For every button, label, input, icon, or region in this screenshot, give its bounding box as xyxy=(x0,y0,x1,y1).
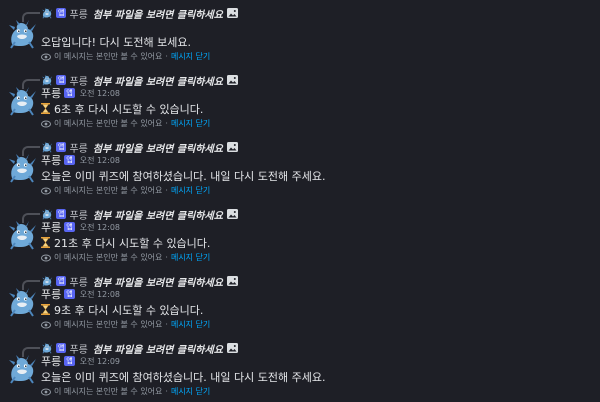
reply-avatar-icon xyxy=(41,7,53,19)
username[interactable]: 푸릉 xyxy=(41,286,61,302)
image-attachment-icon xyxy=(226,209,238,219)
reply-reference[interactable]: 앱 푸릉 첨부 파일을 보려면 클릭하세요 xyxy=(41,274,238,289)
reply-reference[interactable]: 앱 푸릉 첨부 파일을 보려면 클릭하세요 xyxy=(41,207,238,222)
message: 앱 푸릉 첨부 파일을 보려면 클릭하세요 오답입니다! 다시 도전해 보세요.… xyxy=(0,0,600,67)
app-badge: 앱 xyxy=(64,155,75,165)
separator: · xyxy=(165,387,168,396)
hourglass-icon xyxy=(41,304,50,315)
timestamp[interactable]: 오전 12:08 xyxy=(80,155,120,166)
eye-icon xyxy=(41,187,51,194)
message-header: 푸릉 앱 오전 12:08 xyxy=(41,220,120,234)
reply-app-badge: 앱 xyxy=(56,343,67,353)
message-content: 오늘은 이미 퀴즈에 참여하셨습니다. 내일 다시 도전해 주세요. xyxy=(41,369,325,385)
dismiss-message-link[interactable]: 메시지 닫기 xyxy=(171,319,210,330)
avatar[interactable] xyxy=(6,353,38,385)
ephemeral-note: 이 메시지는 본인만 볼 수 있어요 xyxy=(54,320,163,329)
ephemeral-footer: 이 메시지는 본인만 볼 수 있어요 · 메시지 닫기 xyxy=(41,319,210,330)
reply-app-badge: 앱 xyxy=(56,276,67,286)
timestamp[interactable]: 오전 12:08 xyxy=(80,289,120,300)
avatar[interactable] xyxy=(6,152,38,184)
eye-icon xyxy=(41,321,51,328)
image-attachment-icon xyxy=(226,276,238,286)
eye-icon xyxy=(41,254,51,261)
image-attachment-icon xyxy=(226,142,238,152)
timestamp[interactable]: 오전 12:08 xyxy=(80,88,120,99)
message-content: 오답입니다! 다시 도전해 보세요. xyxy=(41,34,191,50)
image-attachment-icon xyxy=(226,343,238,353)
app-badge: 앱 xyxy=(64,88,75,98)
username[interactable]: 푸릉 xyxy=(41,152,61,168)
username[interactable]: 푸릉 xyxy=(41,85,61,101)
dismiss-message-link[interactable]: 메시지 닫기 xyxy=(171,118,210,129)
message-content: 6초 후 다시 시도할 수 있습니다. xyxy=(41,101,203,117)
separator: · xyxy=(165,186,168,195)
avatar[interactable] xyxy=(6,18,38,50)
message: 앱 푸릉 첨부 파일을 보려면 클릭하세요 푸릉 앱 오전 12:08 오늘은 … xyxy=(0,134,600,201)
hourglass-icon xyxy=(41,103,50,114)
message-header: 푸릉 앱 오전 12:08 xyxy=(41,287,120,301)
message-content: 21초 후 다시 시도할 수 있습니다. xyxy=(41,235,210,251)
avatar[interactable] xyxy=(6,286,38,318)
app-badge: 앱 xyxy=(64,289,75,299)
message: 앱 푸릉 첨부 파일을 보려면 클릭하세요 푸릉 앱 오전 12:08 9초 후… xyxy=(0,268,600,335)
timestamp[interactable]: 오전 12:08 xyxy=(80,222,120,233)
message-header: 푸릉 앱 오전 12:08 xyxy=(41,153,120,167)
username[interactable]: 푸릉 xyxy=(41,219,61,235)
avatar[interactable] xyxy=(6,219,38,251)
dismiss-message-link[interactable]: 메시지 닫기 xyxy=(171,185,210,196)
dismiss-message-link[interactable]: 메시지 닫기 xyxy=(171,51,210,62)
eye-icon xyxy=(41,53,51,60)
separator: · xyxy=(165,119,168,128)
reply-app-badge: 앱 xyxy=(56,8,67,18)
ephemeral-footer: 이 메시지는 본인만 볼 수 있어요 · 메시지 닫기 xyxy=(41,51,210,62)
message-header: 푸릉 앱 오전 12:09 xyxy=(41,354,120,368)
eye-icon xyxy=(41,388,51,395)
reply-reference[interactable]: 앱 푸릉 첨부 파일을 보려면 클릭하세요 xyxy=(41,6,238,21)
message-text: 21초 후 다시 시도할 수 있습니다. xyxy=(54,237,211,250)
message: 앱 푸릉 첨부 파일을 보려면 클릭하세요 푸릉 앱 오전 12:09 오늘은 … xyxy=(0,335,600,402)
message-header: 푸릉 앱 오전 12:08 xyxy=(41,86,120,100)
reply-username[interactable]: 푸릉 xyxy=(69,6,87,21)
separator: · xyxy=(165,320,168,329)
avatar[interactable] xyxy=(6,85,38,117)
ephemeral-footer: 이 메시지는 본인만 볼 수 있어요 · 메시지 닫기 xyxy=(41,386,210,397)
app-badge: 앱 xyxy=(64,356,75,366)
ephemeral-note: 이 메시지는 본인만 볼 수 있어요 xyxy=(54,52,163,61)
ephemeral-footer: 이 메시지는 본인만 볼 수 있어요 · 메시지 닫기 xyxy=(41,252,210,263)
message: 앱 푸릉 첨부 파일을 보려면 클릭하세요 푸릉 앱 오전 12:08 6초 후… xyxy=(0,67,600,134)
reply-app-badge: 앱 xyxy=(56,142,67,152)
reply-text[interactable]: 첨부 파일을 보려면 클릭하세요 xyxy=(93,6,223,21)
reply-app-badge: 앱 xyxy=(56,75,67,85)
message-text: 오답입니다! 다시 도전해 보세요. xyxy=(41,36,191,49)
reply-reference[interactable]: 앱 푸릉 첨부 파일을 보려면 클릭하세요 xyxy=(41,140,238,155)
ephemeral-note: 이 메시지는 본인만 볼 수 있어요 xyxy=(54,253,163,262)
ephemeral-note: 이 메시지는 본인만 볼 수 있어요 xyxy=(54,186,163,195)
reply-reference[interactable]: 앱 푸릉 첨부 파일을 보려면 클릭하세요 xyxy=(41,73,238,88)
hourglass-icon xyxy=(41,237,50,248)
ephemeral-footer: 이 메시지는 본인만 볼 수 있어요 · 메시지 닫기 xyxy=(41,118,210,129)
reply-reference[interactable]: 앱 푸릉 첨부 파일을 보려면 클릭하세요 xyxy=(41,341,238,356)
dismiss-message-link[interactable]: 메시지 닫기 xyxy=(171,252,210,263)
message-text: 9초 후 다시 시도할 수 있습니다. xyxy=(54,304,204,317)
image-attachment-icon xyxy=(226,8,238,18)
timestamp[interactable]: 오전 12:09 xyxy=(80,356,120,367)
reply-app-badge: 앱 xyxy=(56,209,67,219)
ephemeral-note: 이 메시지는 본인만 볼 수 있어요 xyxy=(54,119,163,128)
ephemeral-footer: 이 메시지는 본인만 볼 수 있어요 · 메시지 닫기 xyxy=(41,185,210,196)
message-text: 오늘은 이미 퀴즈에 참여하셨습니다. 내일 다시 도전해 주세요. xyxy=(41,371,326,384)
eye-icon xyxy=(41,120,51,127)
separator: · xyxy=(165,52,168,61)
separator: · xyxy=(165,253,168,262)
message-text: 오늘은 이미 퀴즈에 참여하셨습니다. 내일 다시 도전해 주세요. xyxy=(41,170,326,183)
message: 앱 푸릉 첨부 파일을 보려면 클릭하세요 푸릉 앱 오전 12:08 21초 … xyxy=(0,201,600,268)
message-content: 9초 후 다시 시도할 수 있습니다. xyxy=(41,302,203,318)
username[interactable]: 푸릉 xyxy=(41,353,61,369)
dismiss-message-link[interactable]: 메시지 닫기 xyxy=(171,386,210,397)
message-content: 오늘은 이미 퀴즈에 참여하셨습니다. 내일 다시 도전해 주세요. xyxy=(41,168,325,184)
app-badge: 앱 xyxy=(64,222,75,232)
image-attachment-icon xyxy=(226,75,238,85)
ephemeral-note: 이 메시지는 본인만 볼 수 있어요 xyxy=(54,387,163,396)
message-text: 6초 후 다시 시도할 수 있습니다. xyxy=(54,103,204,116)
